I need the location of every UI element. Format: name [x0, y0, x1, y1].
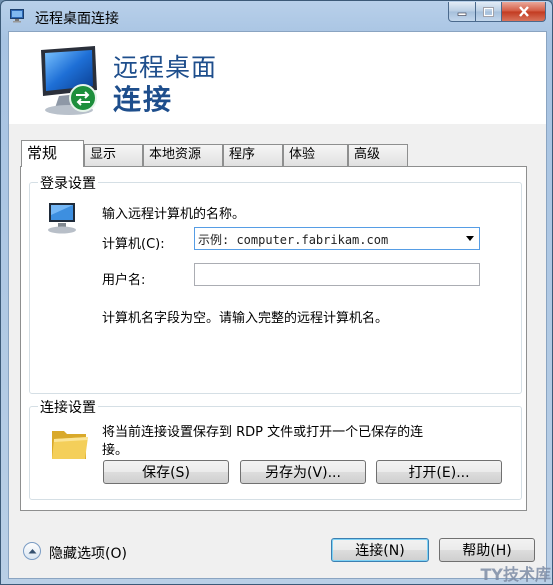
tab-advanced[interactable]: 高级 [348, 144, 408, 166]
hide-options-label[interactable]: 隐藏选项(O) [49, 543, 127, 563]
username-input[interactable] [194, 263, 480, 286]
close-icon [518, 6, 529, 17]
caption-buttons [448, 2, 546, 22]
connection-settings-legend: 连接设置 [38, 397, 98, 417]
computer-name-prompt: 输入远程计算机的名称。 [102, 207, 246, 222]
remote-desktop-icon [10, 9, 24, 23]
tab-local-resources[interactable]: 本地资源 [143, 144, 223, 166]
maximize-icon [483, 6, 494, 17]
save-button[interactable]: 保存(S) [103, 460, 229, 484]
rdp-window: 远程桌面连接 远程桌面 连接 常规 显示 本地资源 程序 体验 高级 登录设置 … [0, 0, 553, 585]
connection-desc-line1: 将当前连接设置保存到 RDP 文件或打开一个已保存的连 [102, 425, 424, 440]
save-as-button[interactable]: 另存为(V)... [240, 460, 366, 484]
watermark: TY技术库 [480, 565, 551, 584]
open-button[interactable]: 打开(E)... [376, 460, 502, 484]
computer-combobox[interactable]: 示例: computer.fabrikam.com [194, 227, 480, 250]
remote-desktop-monitor-icon [41, 46, 97, 115]
computer-icon [48, 203, 76, 234]
maximize-button[interactable] [476, 2, 502, 22]
minimize-icon [457, 12, 467, 16]
tab-experience[interactable]: 体验 [283, 144, 348, 166]
folder-icon [52, 431, 88, 459]
tab-display[interactable]: 显示 [84, 144, 143, 166]
help-button[interactable]: 帮助(H) [439, 538, 535, 562]
chevron-up-icon [28, 549, 36, 554]
tab-panel-general: 登录设置 输入远程计算机的名称。 计算机(C): 示例: computer.fa… [20, 166, 527, 511]
hide-options-toggle[interactable] [23, 542, 41, 560]
connect-button[interactable]: 连接(N) [331, 538, 429, 562]
minimize-button[interactable] [448, 2, 476, 22]
computer-label: 计算机(C): [102, 237, 165, 252]
connection-desc-line2: 接。 [102, 443, 129, 458]
chevron-down-icon[interactable] [466, 236, 474, 241]
banner-title-line2: 连接 [113, 83, 174, 116]
tab-general[interactable]: 常规 [21, 140, 84, 167]
window-title: 远程桌面连接 [35, 11, 119, 27]
tab-programs[interactable]: 程序 [223, 144, 283, 166]
banner: 远程桌面 连接 [9, 32, 546, 124]
computer-combobox-text: 示例: computer.fabrikam.com [198, 233, 389, 247]
status-message: 计算机名字段为空。请输入完整的远程计算机名。 [102, 311, 389, 326]
logon-settings-legend: 登录设置 [38, 173, 98, 193]
client-area: 远程桌面 连接 常规 显示 本地资源 程序 体验 高级 登录设置 输入远程计算机 [8, 31, 547, 579]
title-bar[interactable]: 远程桌面连接 [1, 1, 552, 31]
close-button[interactable] [502, 2, 546, 22]
logon-settings-group: 登录设置 输入远程计算机的名称。 计算机(C): 示例: computer.fa… [29, 173, 522, 394]
username-label: 用户名: [102, 273, 146, 288]
connection-settings-group: 连接设置 将当前连接设置保存到 RDP 文件或打开一个已保存的连 接。 保存(S… [29, 397, 522, 500]
